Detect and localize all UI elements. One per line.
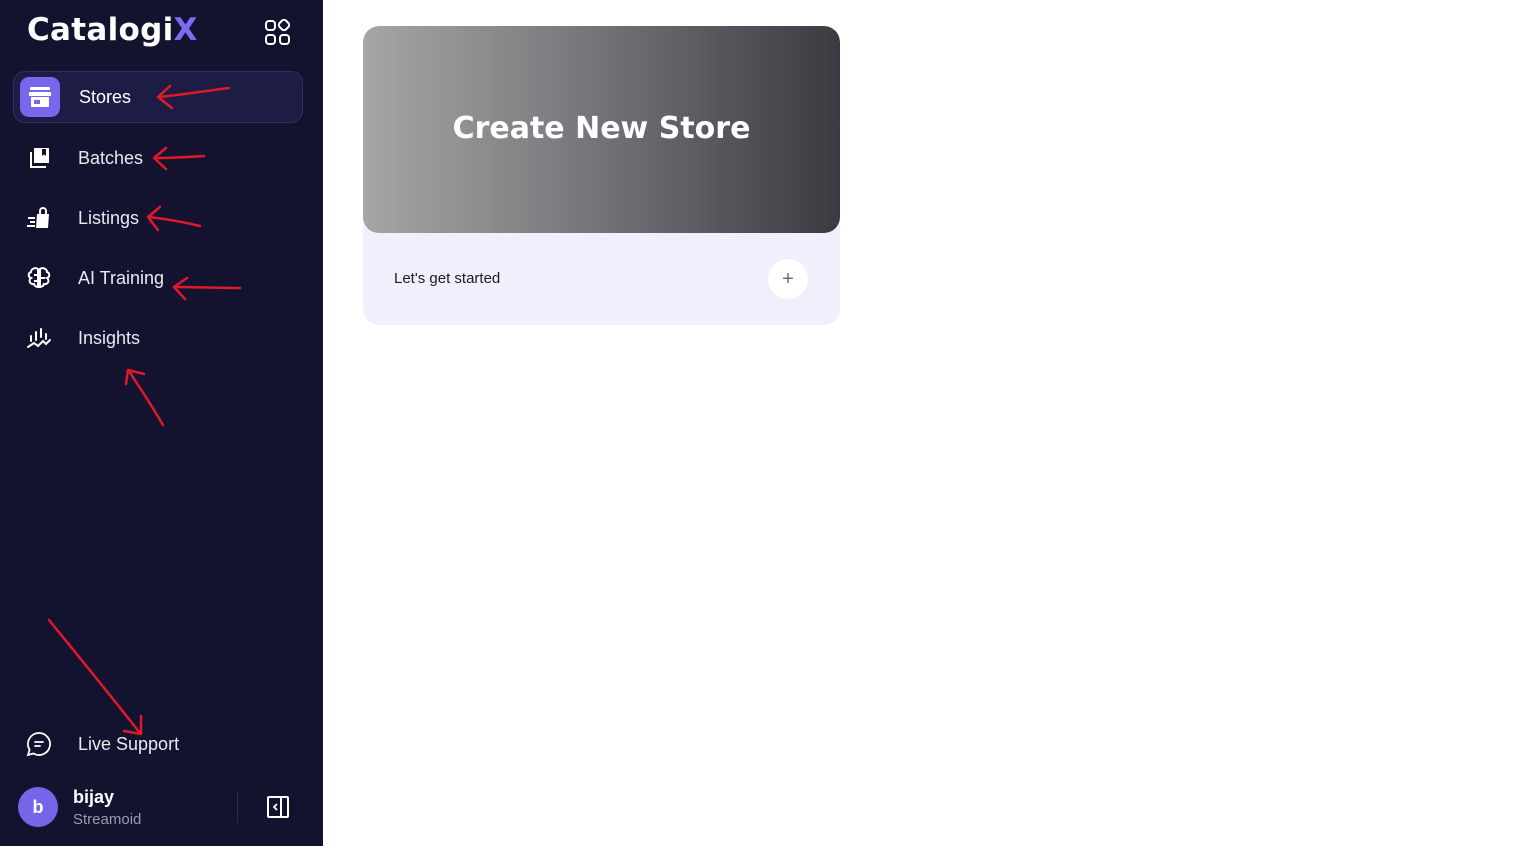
sidebar-item-label: Insights <box>78 327 141 348</box>
apps-grid-icon[interactable] <box>264 19 291 46</box>
batches-icon <box>19 138 59 178</box>
create-store-card[interactable]: Create New Store Let's get started + <box>363 26 840 325</box>
card-banner: Create New Store <box>363 26 840 233</box>
card-subtitle: Let's get started <box>394 270 501 287</box>
sidebar-item-label: Live Support <box>78 733 180 754</box>
chat-icon <box>19 724 59 764</box>
sidebar-item-label: Stores <box>79 86 132 107</box>
sidebar-item-insights[interactable]: Insights <box>13 312 303 364</box>
collapse-sidebar-icon[interactable] <box>266 795 290 819</box>
sidebar: CatalogiX Stores Batches Listings AI Tra… <box>0 0 323 846</box>
card-title: Create New Store <box>452 111 751 146</box>
add-store-button[interactable]: + <box>768 259 808 299</box>
app-logo[interactable]: CatalogiX <box>27 12 198 48</box>
sidebar-item-listings[interactable]: Listings <box>13 192 303 244</box>
brain-icon <box>19 258 59 298</box>
sidebar-item-label: Batches <box>78 147 144 168</box>
store-icon <box>20 77 60 117</box>
sidebar-item-stores[interactable]: Stores <box>13 71 303 123</box>
sidebar-item-live-support[interactable]: Live Support <box>13 718 303 770</box>
insights-icon <box>19 318 59 358</box>
sidebar-item-label: AI Training <box>78 267 165 288</box>
sidebar-item-batches[interactable]: Batches <box>13 132 303 184</box>
listings-icon <box>19 198 59 238</box>
avatar[interactable]: b <box>18 787 58 827</box>
user-organization: Streamoid <box>73 811 142 828</box>
sidebar-item-label: Listings <box>78 207 140 228</box>
sidebar-item-ai-training[interactable]: AI Training <box>13 252 303 304</box>
divider <box>237 791 238 823</box>
user-name: bijay <box>73 787 115 807</box>
